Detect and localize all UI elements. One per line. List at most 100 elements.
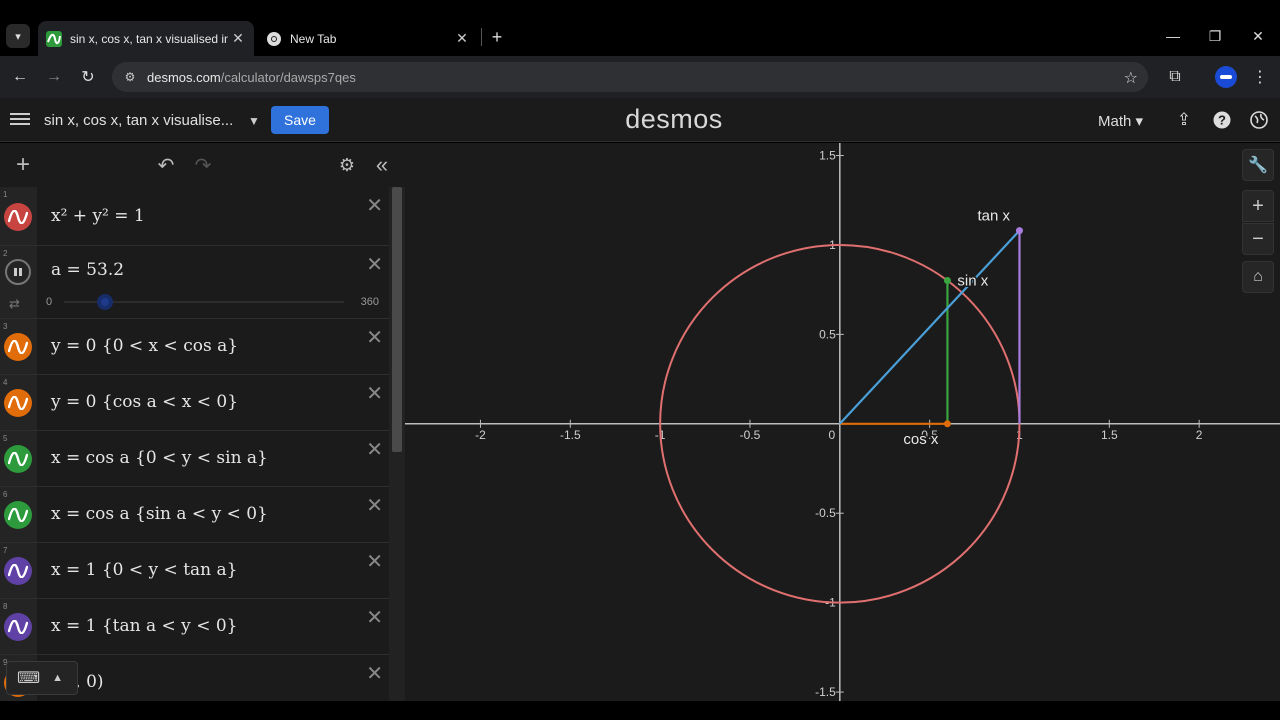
share-icon[interactable]: ⇪: [1173, 109, 1195, 131]
expression-math[interactable]: y = 0 {cos a < x < 0}: [51, 392, 238, 412]
expression-scrollbar[interactable]: [389, 187, 405, 701]
tab-desmos[interactable]: sin x, cos x, tan x visualised in D ✕: [38, 21, 254, 56]
delete-expression-icon[interactable]: ✕: [366, 549, 383, 574]
expression-math[interactable]: x = cos a {0 < y < sin a}: [51, 448, 268, 468]
close-tab-icon[interactable]: ✕: [228, 29, 248, 49]
chrome-icon: [266, 31, 282, 47]
delete-expression-icon[interactable]: ✕: [366, 252, 383, 277]
keyboard-toggle-button[interactable]: ⌨ ▲: [6, 661, 78, 695]
expression-math[interactable]: x = 1 {0 < y < tan a}: [51, 560, 237, 580]
pause-icon[interactable]: [5, 259, 31, 285]
point-label: sin x: [957, 273, 988, 290]
help-icon[interactable]: ?: [1211, 109, 1233, 131]
tab-separator: [481, 28, 482, 46]
browser-toolbar: ← → ↻ ⚙ desmos.com/calculator/dawsps7qes…: [0, 56, 1280, 98]
home-icon[interactable]: ⌂: [1242, 261, 1274, 293]
wave-icon[interactable]: [4, 445, 32, 473]
expression-math[interactable]: a = 53.2: [51, 260, 124, 280]
point-label: tan x: [977, 208, 1010, 225]
desmos-header: sin x, cos x, tan x visualise... ▼ Save …: [0, 98, 1280, 142]
x-tick-label: 0: [828, 428, 835, 442]
add-item-icon[interactable]: +: [11, 151, 35, 178]
wave-icon[interactable]: [4, 333, 32, 361]
save-button[interactable]: Save: [271, 106, 329, 134]
expression-row[interactable]: 7 x = 1 {0 < y < tan a} ✕: [0, 543, 389, 599]
new-tab-button[interactable]: +: [486, 26, 508, 48]
minimize-icon[interactable]: —: [1158, 24, 1188, 48]
graph-point: [943, 420, 951, 428]
graph-canvas[interactable]: -2.5-2-1.5-1-0.500.511.522.51.510.5-0.5-…: [405, 143, 1280, 701]
expression-number: 1: [3, 190, 8, 199]
bookmark-star-icon[interactable]: ☆: [1124, 68, 1138, 88]
delete-expression-icon[interactable]: ✕: [366, 325, 383, 350]
address-bar[interactable]: ⚙ desmos.com/calculator/dawsps7qes ☆: [112, 62, 1148, 92]
scrollbar-thumb[interactable]: [392, 187, 402, 452]
language-globe-icon[interactable]: [1248, 109, 1270, 131]
expression-math[interactable]: x² + y² = 1: [51, 206, 145, 226]
redo-icon[interactable]: ↷: [191, 153, 215, 177]
expression-math[interactable]: x = 1 {tan a < y < 0}: [51, 616, 237, 636]
wave-icon[interactable]: [4, 389, 32, 417]
close-tab-icon[interactable]: ✕: [452, 29, 472, 49]
browser-tabstrip: ▾ sin x, cos x, tan x visualised in D ✕ …: [0, 0, 1280, 56]
expression-math[interactable]: x = cos a {sin a < y < 0}: [51, 504, 268, 524]
delete-expression-icon[interactable]: ✕: [366, 193, 383, 218]
y-tick-label: 1.5: [819, 149, 836, 163]
delete-expression-icon[interactable]: ✕: [366, 437, 383, 462]
tab-title: New Tab: [290, 31, 337, 46]
reload-icon[interactable]: ↻: [76, 65, 100, 89]
graph-point: [1015, 227, 1023, 235]
collapse-panel-icon[interactable]: «: [370, 152, 394, 177]
expression-number: 5: [3, 434, 8, 443]
extensions-icon[interactable]: ⧉: [1163, 65, 1187, 89]
radius-segment: [838, 229, 1021, 425]
expression-number: 8: [3, 602, 8, 611]
graph-svg[interactable]: -2.5-2-1.5-1-0.500.511.522.51.510.5-0.5-…: [405, 143, 1280, 701]
slider-thumb[interactable]: [97, 294, 114, 310]
y-tick-label: -0.5: [815, 506, 836, 520]
math-menu[interactable]: Math ▾: [1098, 112, 1143, 130]
expression-math[interactable]: y = 0 {0 < x < cos a}: [51, 336, 238, 356]
zoom-out-icon[interactable]: −: [1242, 223, 1274, 255]
zoom-in-icon[interactable]: +: [1242, 190, 1274, 222]
slider-min-label[interactable]: 0: [46, 296, 52, 308]
tab-search-button[interactable]: ▾: [6, 24, 30, 48]
close-window-icon[interactable]: ✕: [1243, 24, 1273, 48]
expression-row[interactable]: 6 x = cos a {sin a < y < 0} ✕: [0, 487, 389, 543]
expression-number: 2: [3, 249, 8, 258]
forward-arrow-icon[interactable]: →: [42, 65, 66, 89]
graph-point: [943, 277, 951, 285]
delete-expression-icon[interactable]: ✕: [366, 381, 383, 406]
wave-icon[interactable]: [4, 613, 32, 641]
bottom-letterbox: [0, 701, 1280, 720]
title-dropdown-icon[interactable]: ▼: [248, 114, 260, 128]
wave-icon[interactable]: [4, 202, 32, 231]
hamburger-menu-icon[interactable]: [10, 110, 30, 130]
desmos-favicon-icon: [46, 30, 62, 47]
back-arrow-icon[interactable]: ←: [8, 65, 32, 89]
expression-row[interactable]: 8 x = 1 {tan a < y < 0} ✕: [0, 599, 389, 655]
site-info-icon[interactable]: ⚙: [122, 69, 138, 85]
expression-row[interactable]: 1 x² + y² = 1 ✕: [0, 187, 389, 246]
caret-up-icon: ▲: [52, 672, 63, 684]
expression-row[interactable]: 3 y = 0 {0 < x < cos a} ✕: [0, 319, 389, 375]
expression-row[interactable]: 2 ⇄ a = 53.2 0 360 ✕: [0, 246, 389, 319]
browser-menu-icon[interactable]: ⋮: [1248, 65, 1272, 89]
graph-title[interactable]: sin x, cos x, tan x visualise...: [44, 112, 233, 129]
profile-avatar[interactable]: [1215, 66, 1237, 88]
wave-icon[interactable]: [4, 501, 32, 529]
restore-icon[interactable]: ❐: [1200, 24, 1230, 48]
graph-settings-wrench-icon[interactable]: 🔧: [1242, 149, 1274, 181]
slider-max-label[interactable]: 360: [361, 296, 379, 308]
delete-expression-icon[interactable]: ✕: [366, 605, 383, 630]
delete-expression-icon[interactable]: ✕: [366, 493, 383, 518]
undo-icon[interactable]: ↶: [154, 153, 178, 177]
wave-icon[interactable]: [4, 557, 32, 585]
expression-number: 4: [3, 378, 8, 387]
expression-row[interactable]: 5 x = cos a {0 < y < sin a} ✕: [0, 431, 389, 487]
animation-loop-icon[interactable]: ⇄: [9, 296, 20, 312]
delete-expression-icon[interactable]: ✕: [366, 661, 383, 686]
expression-row[interactable]: 4 y = 0 {cos a < x < 0} ✕: [0, 375, 389, 431]
tab-new-tab[interactable]: New Tab ✕: [258, 21, 478, 56]
settings-gear-icon[interactable]: ⚙: [335, 153, 359, 177]
